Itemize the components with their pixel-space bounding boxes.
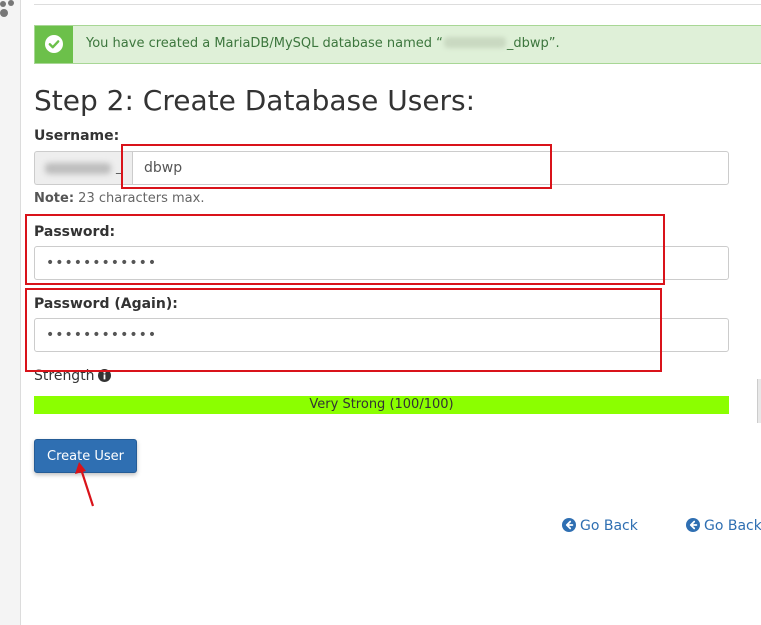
alert-icon-box — [35, 26, 73, 63]
alert-message: You have created a MariaDB/MySQL databas… — [86, 36, 560, 51]
info-circle-icon[interactable] — [97, 369, 111, 382]
arrow-circle-left-icon — [562, 518, 576, 532]
go-back-link-2[interactable]: Go Back — [686, 518, 761, 534]
password-label: Password: — [34, 224, 116, 240]
username-prefix-suffix: _ — [116, 160, 123, 175]
alert-text-before: You have created a MariaDB/MySQL databas… — [86, 36, 443, 51]
left-rail — [0, 0, 21, 625]
note-label: Note: — [34, 191, 75, 206]
redacted-db-prefix — [443, 37, 506, 48]
alert-text-after: _dbwp”. — [506, 36, 560, 51]
strength-label-text: Strength — [34, 368, 95, 384]
username-note: Note: 23 characters max. — [34, 191, 204, 206]
divider — [34, 4, 761, 5]
redacted-username-prefix — [45, 163, 111, 174]
password-again-input[interactable] — [34, 318, 729, 352]
paw-icon — [0, 0, 14, 17]
strength-text: Very Strong (100/100) — [309, 397, 454, 412]
scrollbar-handle[interactable] — [757, 379, 761, 423]
password-input[interactable] — [34, 246, 729, 280]
page-title: Step 2: Create Database Users: — [34, 84, 476, 117]
username-input[interactable] — [132, 151, 729, 185]
strength-label: Strength — [34, 368, 111, 384]
check-circle-icon — [45, 35, 63, 53]
note-text: 23 characters max. — [74, 191, 205, 206]
go-back-label: Go Back — [580, 518, 638, 534]
annotation-arrow-shaft — [79, 468, 95, 507]
create-user-button[interactable]: Create User — [34, 439, 137, 473]
go-back-label: Go Back — [704, 518, 761, 534]
go-back-link-1[interactable]: Go Back — [562, 518, 638, 534]
password-again-label: Password (Again): — [34, 296, 178, 312]
username-label: Username: — [34, 128, 120, 144]
success-alert: You have created a MariaDB/MySQL databas… — [34, 25, 761, 64]
arrow-circle-left-icon — [686, 518, 700, 532]
username-prefix-addon: _ — [34, 151, 132, 185]
password-strength-meter: Very Strong (100/100) — [34, 396, 729, 414]
